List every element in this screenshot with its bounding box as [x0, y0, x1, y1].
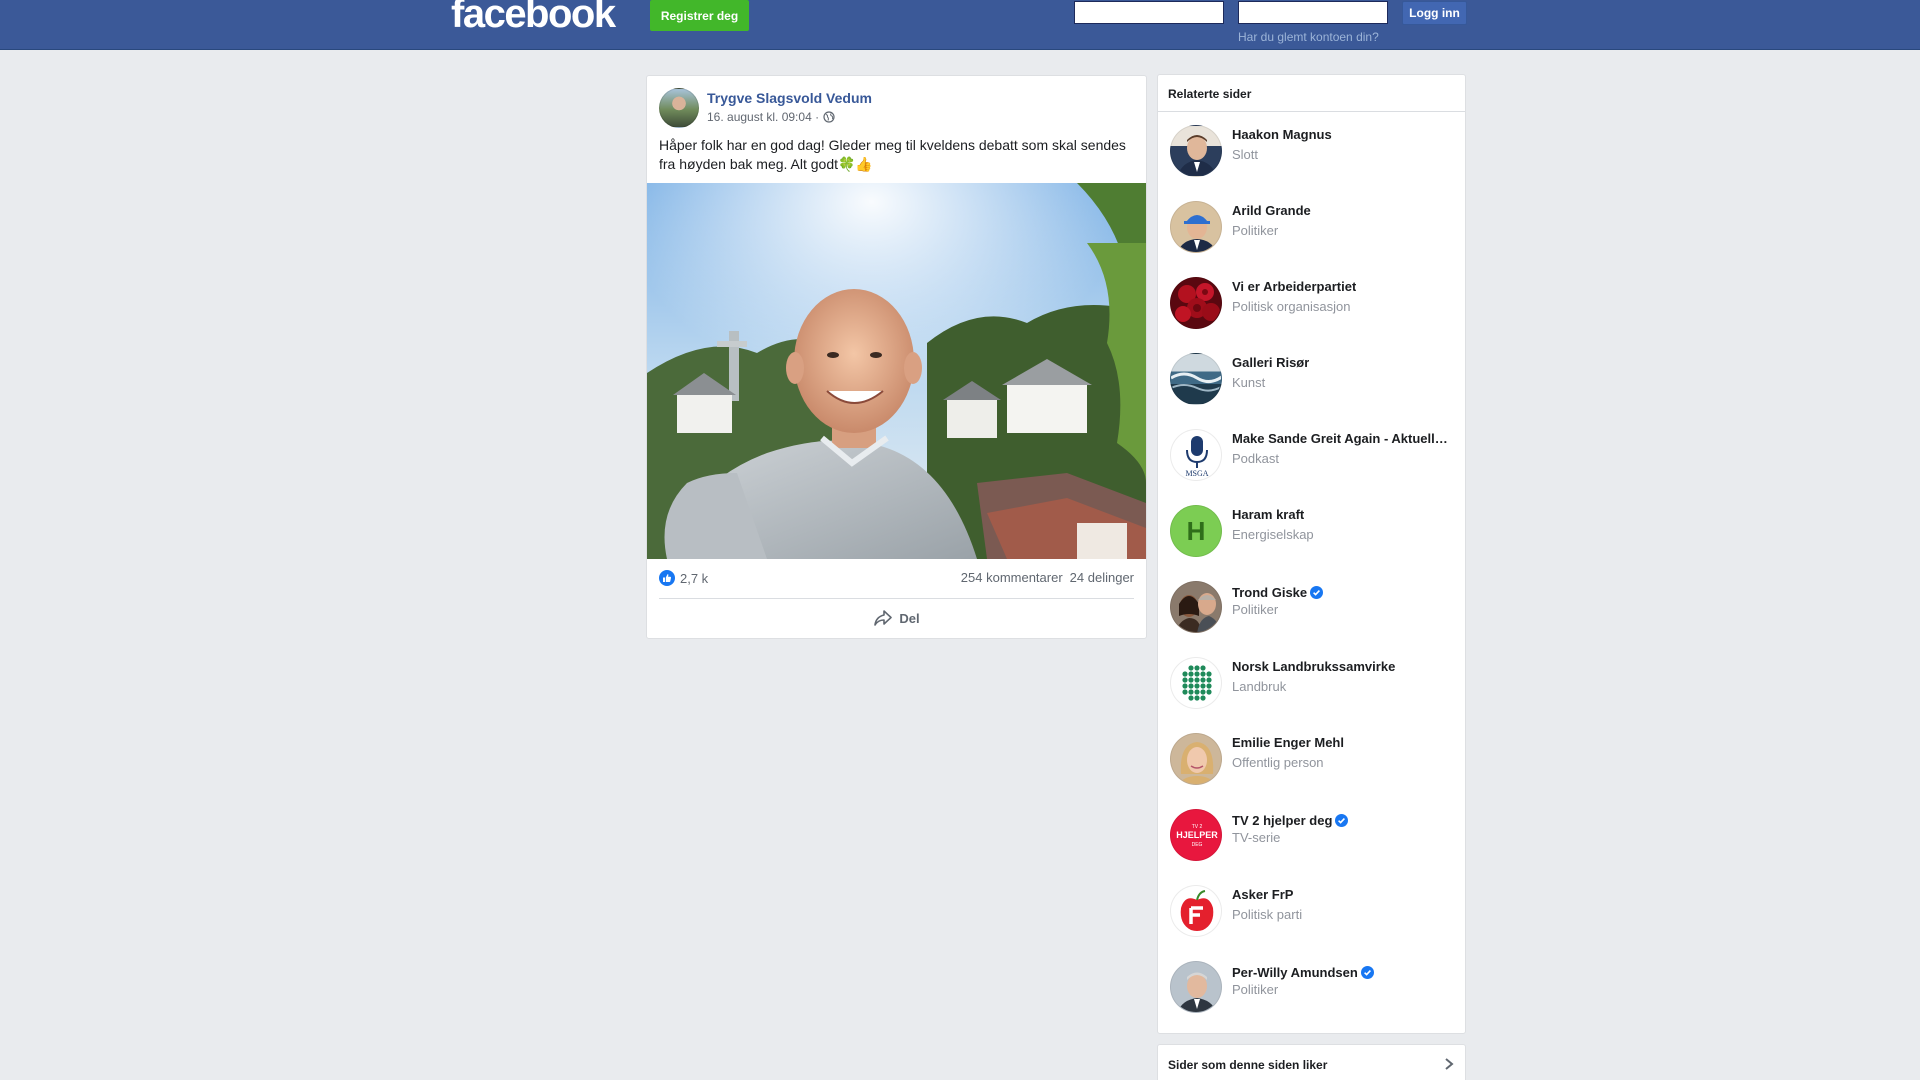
related-page-category: Politiker [1232, 223, 1279, 238]
related-page-item[interactable]: Norsk Landbrukssamvirke Landbruk [1158, 645, 1465, 721]
related-page-item[interactable]: TV 2 HJELPER DEG TV 2 hjelper deg TV-ser… [1158, 797, 1465, 873]
related-pages-title: Relaterte sider [1158, 75, 1465, 112]
selfie-photo-illustration [647, 183, 1146, 559]
microphone-avatar: MSGA [1170, 429, 1222, 481]
reaction-count: 2,7 k [680, 570, 709, 586]
msga-logo-text: MSGA [1185, 469, 1208, 478]
related-page-name: TV 2 hjelper deg [1232, 813, 1333, 828]
chevron-right-icon [1445, 1058, 1454, 1070]
verified-badge-icon [1360, 966, 1374, 979]
related-page-category: Politisk parti [1232, 907, 1303, 922]
post-meta: 16. august kl. 09:04 · [707, 110, 835, 124]
related-page-category: TV-serie [1232, 830, 1281, 845]
related-page-item[interactable]: Trond Giske Politiker [1158, 569, 1465, 645]
related-page-category: Kunst [1232, 375, 1266, 390]
wave-painting-avatar [1170, 353, 1222, 405]
letter-h-logo: H [1186, 515, 1206, 546]
top-navigation-bar: facebook Registrer deg Logg inn Har du g… [0, 0, 1920, 50]
related-page-item[interactable]: Emilie Enger Mehl Offentlig person [1158, 721, 1465, 797]
related-page-name: Emilie Enger Mehl [1232, 735, 1344, 750]
verified-badge-icon [1335, 814, 1349, 827]
tv2-logo-bottom: DEG [1192, 842, 1203, 848]
post-text: Håper folk har en god dag! Gleder meg ti… [659, 137, 1126, 172]
red-roses-avatar [1170, 277, 1222, 329]
related-page-name: Make Sande Greit Again - Aktuell… [1232, 431, 1448, 446]
related-page-item[interactable]: Arild Grande Politiker [1158, 189, 1465, 265]
comments-count[interactable]: 254 kommentarer [961, 570, 1063, 585]
share-icon [874, 610, 893, 626]
post-photo[interactable] [647, 183, 1146, 559]
related-page-category: Politisk organisasjon [1232, 299, 1351, 314]
pages-liked-title: Sider som denne siden liker [1168, 1058, 1328, 1072]
related-page-category: Offentlig person [1232, 755, 1324, 770]
verified-badge-icon [1310, 586, 1324, 599]
related-page-category: Landbruk [1232, 679, 1287, 694]
share-label: Del [899, 610, 920, 626]
like-reaction-icon [659, 570, 675, 586]
related-page-item[interactable]: Per-Willy Amundsen Politiker [1158, 949, 1465, 1025]
related-page-name: Galleri Risør [1232, 355, 1310, 370]
author-avatar[interactable] [659, 88, 699, 128]
reaction-summary[interactable]: 2,7 k [659, 570, 708, 586]
pages-liked-section[interactable]: Sider som denne siden liker [1157, 1044, 1466, 1080]
email-input[interactable] [1074, 1, 1224, 24]
login-button[interactable]: Logg inn [1402, 1, 1467, 25]
tv2-hjelper-logo-avatar: TV 2 HJELPER DEG [1170, 809, 1222, 861]
engagement-counts: 254 kommentarer 24 delinger [961, 570, 1134, 585]
related-page-name: Haram kraft [1232, 507, 1305, 522]
related-page-item[interactable]: Vi er Arbeiderpartiet Politisk organisas… [1158, 265, 1465, 341]
related-page-item[interactable]: Asker FrP Politisk parti [1158, 873, 1465, 949]
globe-icon [823, 111, 835, 123]
related-page-name: Arild Grande [1232, 203, 1311, 218]
post-author-name[interactable]: Trygve Slagsvold Vedum [707, 90, 872, 106]
green-dots-logo-avatar [1170, 657, 1222, 709]
related-page-item[interactable]: H Haram kraft Energiselskap [1158, 493, 1465, 569]
letter-h-avatar: H [1170, 505, 1222, 557]
related-page-name: Per-Willy Amundsen [1232, 965, 1358, 980]
portrait-blonde-avatar [1170, 733, 1222, 785]
couple-portrait-avatar [1170, 581, 1222, 633]
related-page-category: Slott [1232, 147, 1259, 162]
register-button[interactable]: Registrer deg [650, 0, 749, 31]
portrait-hardhat-avatar [1170, 201, 1222, 253]
related-page-item[interactable]: Haakon Magnus Slott [1158, 113, 1465, 189]
forgot-account-link[interactable]: Har du glemt kontoen din? [1238, 30, 1379, 44]
portrait-grey-avatar [1170, 961, 1222, 1013]
frp-apple-logo-avatar [1170, 885, 1222, 937]
tv2-logo-main: HJELPER [1176, 830, 1218, 840]
post-divider [659, 598, 1134, 599]
related-page-name: Norsk Landbrukssamvirke [1232, 659, 1396, 674]
related-page-category: Politiker [1232, 602, 1279, 617]
related-page-category: Podkast [1232, 451, 1279, 466]
related-page-name: Asker FrP [1232, 887, 1294, 902]
related-page-name: Trond Giske [1232, 585, 1308, 600]
password-input[interactable] [1238, 1, 1388, 24]
related-page-item[interactable]: MSGA Make Sande Greit Again - Aktuell… P… [1158, 417, 1465, 493]
related-page-name: Haakon Magnus [1232, 127, 1332, 142]
facebook-logo[interactable]: facebook [451, 0, 616, 34]
share-button[interactable]: Del [659, 602, 1134, 634]
related-page-name: Vi er Arbeiderpartiet [1232, 279, 1357, 294]
post-card: Trygve Slagsvold Vedum 16. august kl. 09… [646, 75, 1147, 639]
shares-count[interactable]: 24 delinger [1070, 570, 1134, 585]
related-page-category: Politiker [1232, 982, 1279, 997]
post-timestamp[interactable]: 16. august kl. 09:04 · [707, 110, 819, 124]
related-pages-panel: Relaterte sider Haakon Magnus Slott Aril… [1157, 74, 1466, 1034]
portrait-avatar [1170, 125, 1222, 177]
related-page-category: Energiselskap [1232, 527, 1314, 542]
related-page-item[interactable]: Galleri Risør Kunst [1158, 341, 1465, 417]
